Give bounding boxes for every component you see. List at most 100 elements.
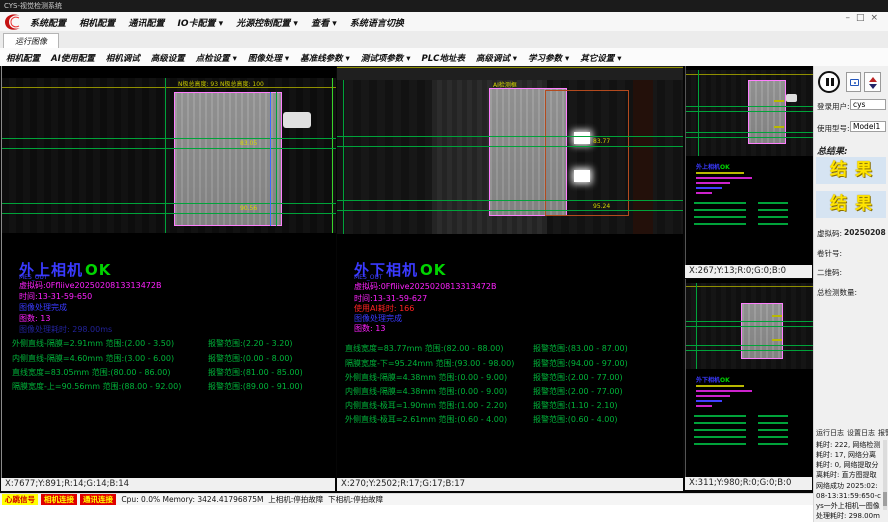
window-controls: –□× (845, 13, 884, 23)
right-sidebar: 登录用户: cys 使用型号: Model1 总结果: 结果 结果 虚拟码: 2… (813, 66, 888, 522)
cpu-memory-text: Cpu: 0.0% Memory: 3424.41796875M (121, 495, 263, 504)
barcode-label: 虚拟码: (817, 228, 842, 239)
left-edge-line (332, 78, 333, 233)
measure-line (2, 148, 336, 149)
thumb1-title: 外上相机OK (696, 162, 730, 171)
measure-row: 直线宽度=83.77mm 范围:(82.00 - 88.00) 报警范围:(83… (345, 343, 503, 354)
reflective-spot (574, 170, 590, 182)
measure-value: 隔膜宽度-下=95.24mm 范围:(93.00 - 98.00) (345, 359, 514, 368)
status-bar: 心跳信号相机连接通讯连接 Cpu: 0.0% Memory: 3424.4179… (0, 493, 813, 505)
window-title: CYS-视觉检测系统 (4, 2, 62, 10)
maximize-button[interactable]: □ (856, 13, 871, 23)
menu-view[interactable]: 查看 ▾ (311, 19, 337, 29)
menu-light-config[interactable]: 光源控制配置 ▾ (236, 19, 298, 29)
edge-detect-line (270, 92, 271, 226)
menu-comm-config[interactable]: 通讯配置 (128, 19, 164, 29)
user-label: 登录用户: (817, 101, 850, 112)
model-field[interactable]: Model1 (850, 121, 886, 132)
alarm-range: 报警范围:(1.10 - 2.10) (533, 400, 618, 411)
width-marker: 95.24 (593, 203, 610, 210)
heartbeat-badge: 心跳信号 (2, 494, 38, 505)
pixel-coords: X:270;Y:2502;R:17;G:17;B:17 (341, 479, 465, 489)
result-box-lower: 结果 (816, 191, 886, 218)
tool-baseline-params[interactable]: 基准线参数 ▾ (300, 54, 350, 64)
log-tab-settings[interactable]: 设置日志 (847, 429, 875, 437)
pause-button[interactable] (818, 71, 840, 93)
comm-status-badge: 通讯连接 (80, 494, 116, 505)
menu-camera-config[interactable]: 相机配置 (79, 19, 115, 29)
log-tabs: 运行日志设置日志报警日志 (816, 428, 888, 438)
log-tab-alarm[interactable]: 报警日志 (878, 429, 888, 437)
measure-line (2, 213, 336, 214)
measure-row: 隔膜宽度-上=90.56mm 范围:(88.00 - 92.00) 报警范围:(… (12, 381, 181, 392)
camera-icon (850, 79, 859, 86)
tool-test-params[interactable]: 测试项参数 ▾ (361, 54, 411, 64)
middle-camera-panel[interactable]: AI检测框 83.77 95.24 外下相机OK MES_OUT 虚拟码:0Ff… (337, 66, 683, 478)
tool-camera-debug[interactable]: 相机调试 (106, 54, 140, 64)
pixel-coords: X:7677;Y:891;R:14;G:14;B:14 (5, 479, 129, 489)
menu-items: 系统配置 相机配置 通讯配置 IO卡配置 ▾ 光源控制配置 ▾ 查看 ▾ 系统语… (30, 16, 414, 29)
ai-detect-box (545, 90, 629, 216)
middle-camera-image[interactable]: AI检测框 83.77 95.24 (337, 66, 683, 234)
tool-camera-config[interactable]: 相机配置 (6, 54, 40, 64)
tool-advanced-settings[interactable]: 高级设置 (151, 54, 185, 64)
measure-line (337, 200, 683, 201)
left-coord-status: X:7677;Y:891;R:14;G:14;B:14 (1, 478, 335, 491)
left-camera-panel[interactable]: N极总高度: 93 N极总高度: 100 83.05 90.56 外上相机OK … (1, 66, 336, 478)
lower-camera-status: 下相机:停拍故障 (328, 495, 383, 504)
camera-toggle-button[interactable] (846, 72, 861, 92)
tool-other-settings[interactable]: 其它设置 ▾ (580, 54, 621, 64)
time-line: 时间:13-31-59-650 (19, 291, 92, 302)
connector-tab (283, 112, 311, 128)
thumbnail-upper-camera[interactable]: 外上相机OK (685, 66, 813, 265)
measure-value: 外侧直线-极耳=2.61mm 范围:(0.60 - 4.00) (345, 415, 507, 424)
switch-view-button[interactable] (864, 72, 881, 92)
measure-value: 内侧直线-隔膜=4.38mm 范围:(0.00 - 9.00) (345, 387, 507, 396)
frame-count-line: 图数: 13 (354, 323, 385, 334)
alarm-range: 报警范围:(2.00 - 77.00) (533, 386, 623, 397)
measure-row: 内侧直线-隔膜=4.38mm 范围:(0.00 - 9.00) 报警范围:(2.… (345, 386, 507, 397)
upper-reference-line (2, 87, 336, 88)
alarm-range: 报警范围:(2.00 - 77.00) (533, 372, 623, 383)
tool-image-process[interactable]: 图像处理 ▾ (248, 54, 289, 64)
alarm-range: 报警范围:(81.00 - 85.00) (208, 367, 303, 378)
menu-system-config[interactable]: 系统配置 (30, 19, 66, 29)
measure-line (337, 210, 683, 211)
title-bar: CYS-视觉检测系统 (0, 0, 888, 12)
log-tab-run[interactable]: 运行日志 (816, 429, 844, 437)
close-button[interactable]: × (870, 13, 884, 23)
measure-line (2, 138, 336, 139)
left-top-annotation: N极总高度: 93 N极总高度: 100 (178, 79, 264, 88)
tool-learn-params[interactable]: 学习参数 ▾ (528, 54, 569, 64)
toolbar-items: 相机配置 AI使用配置 相机调试 高级设置 点检设置 ▾ 图像处理 ▾ 基准线参… (6, 52, 629, 64)
pixel-coords: X:267;Y:13;R:0;G:0;B:0 (689, 266, 786, 276)
user-field[interactable]: cys (850, 99, 886, 110)
app-window: CYS-视觉检测系统 系统配置 相机配置 通讯配置 IO卡配置 ▾ 光源控制配置… (0, 0, 888, 522)
upper-reference-line (337, 67, 683, 68)
middle-coord-status: X:270;Y:2502;R:17;G:17;B:17 (337, 478, 683, 491)
menu-io-config[interactable]: IO卡配置 ▾ (177, 19, 223, 29)
minimize-button[interactable]: – (845, 13, 856, 23)
menu-language[interactable]: 系统语言切换 (350, 19, 404, 29)
tool-spotcheck[interactable]: 点检设置 ▾ (196, 54, 237, 64)
elapsed-line: 图像处理耗时: 298.00ms (19, 324, 112, 335)
measure-row: 内侧直线-极耳=1.90mm 范围:(1.00 - 2.20) 报警范围:(1.… (345, 400, 507, 411)
measure-row: 直线宽度=83.05mm 范围:(80.00 - 86.00) 报警范围:(81… (12, 367, 170, 378)
tool-ai-config[interactable]: AI使用配置 (51, 54, 95, 64)
thumbnail-lower-camera[interactable]: 外下相机OK (685, 279, 813, 477)
measure-row: 外侧直线-隔膜=4.38mm 范围:(0.00 - 9.00) 报警范围:(2.… (345, 372, 507, 383)
edge-detect-line (276, 92, 277, 226)
measure-row: 内侧直线-隔膜=4.60mm 范围:(3.00 - 6.00) 报警范围:(0.… (12, 353, 174, 364)
tab-run-image[interactable]: 运行图像 (3, 33, 59, 49)
tab-strip (0, 31, 888, 49)
alarm-range: 报警范围:(89.00 - 91.00) (208, 381, 303, 392)
tool-advanced-debug[interactable]: 高级调试 ▾ (476, 54, 517, 64)
alarm-range: 报警范围:(83.00 - 87.00) (533, 343, 628, 354)
left-camera-image[interactable]: N极总高度: 93 N极总高度: 100 83.05 90.56 (2, 78, 336, 233)
connector-tab (786, 94, 797, 102)
left-baseline-vertical (165, 78, 166, 233)
ai-box-label: AI检测框 (493, 80, 517, 89)
tool-plc-table[interactable]: PLC地址表 (421, 54, 464, 64)
log-scrollbar[interactable] (883, 440, 887, 510)
barcode-value: 20250208 (844, 228, 886, 237)
